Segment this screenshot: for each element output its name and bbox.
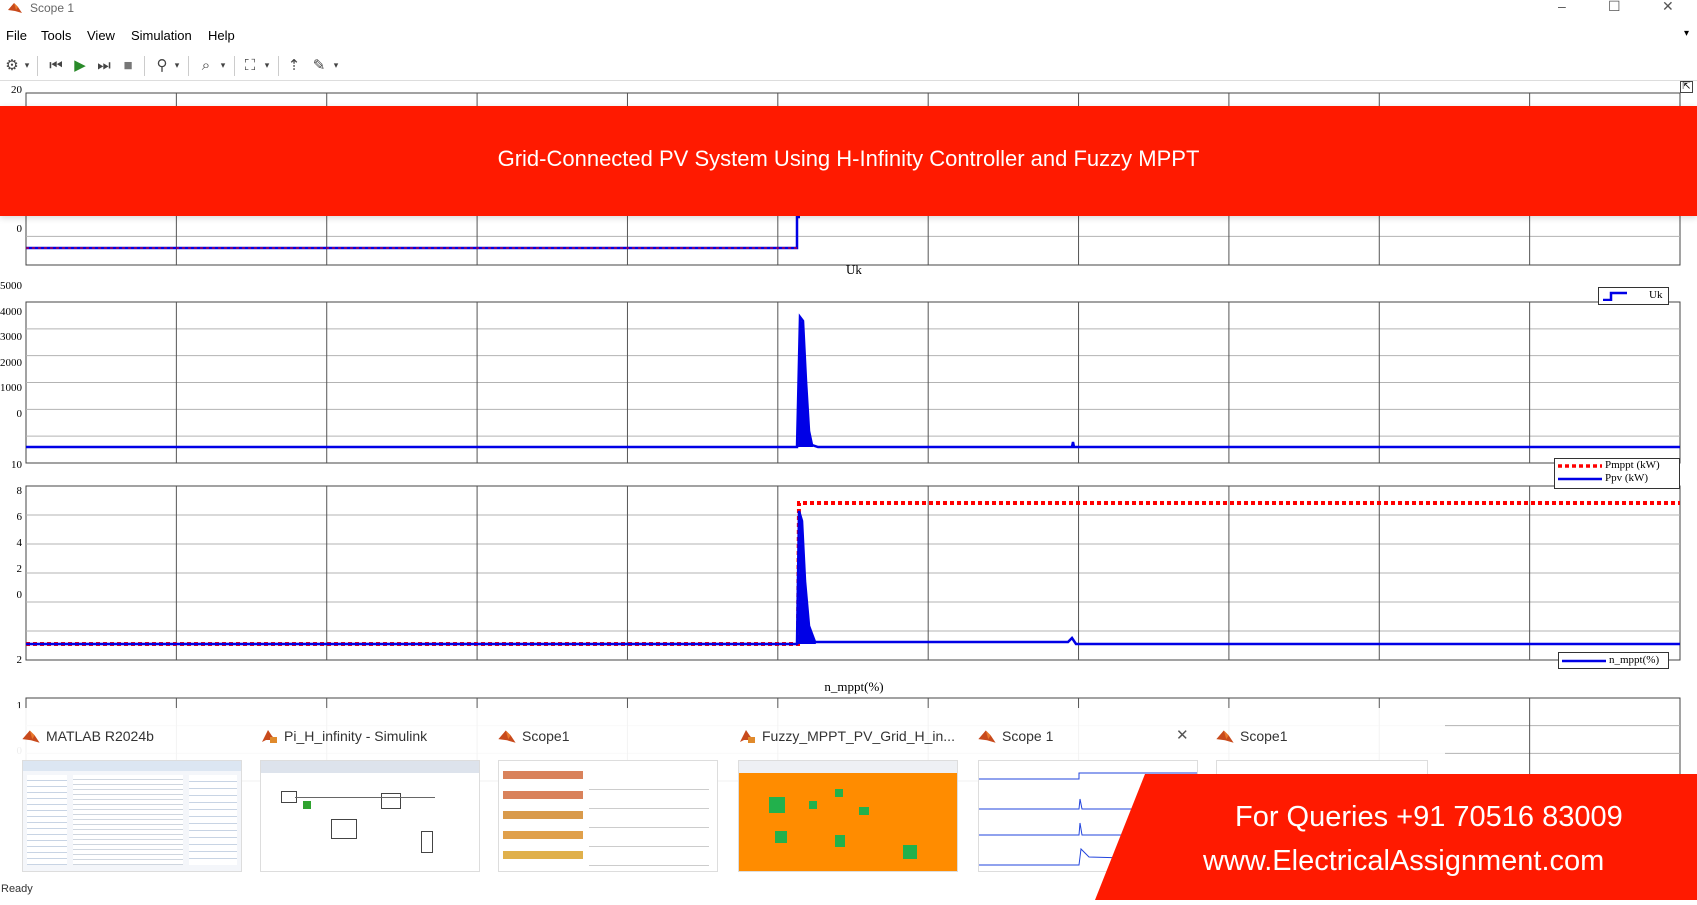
taskbar-thumbnail-fuzzy-model[interactable]: Fuzzy_MPPT_PV_Grid_H_in... — [738, 708, 963, 878]
thumbnail-label: Pi_H_infinity - Simulink — [284, 728, 428, 744]
legend-label: Pmppt (kW) — [1605, 459, 1660, 471]
menu-tools[interactable]: Tools — [41, 28, 71, 43]
banner-text: Grid-Connected PV System Using H-Infinit… — [497, 146, 1200, 171]
legend-label: Ppv (kW) — [1605, 472, 1649, 484]
website-text: www.ElectricalAssignment.com — [1203, 845, 1605, 877]
toolbar: ⚙ ▾ ⏮ ▶ ⏭ ■ ⚲ ▾ ⌕ ▾ ⛶ ▾ ⇡ ✎ ▾ — [0, 52, 1697, 81]
thumbnail-label: Scope1 — [522, 728, 570, 744]
chevron-down-icon[interactable]: ▾ — [218, 55, 228, 75]
chevron-down-icon[interactable]: ▾ — [331, 55, 341, 75]
y-tick-label: 10 — [11, 459, 22, 471]
y-tick-label: 0 — [16, 223, 23, 235]
y-tick-label: 4000 — [0, 306, 22, 318]
legend-label: Uk — [1649, 289, 1663, 301]
y-tick-label: 2000 — [0, 357, 22, 369]
thumbnail-label: Scope1 — [1240, 728, 1288, 744]
thumbnail-label: MATLAB R2024b — [46, 728, 154, 744]
title-bar: Scope 1 – ☐ ✕ — [0, 0, 1697, 16]
stop-icon[interactable]: ■ — [118, 55, 138, 75]
panel-title: n_mppt(%) — [824, 679, 884, 694]
chevron-down-icon[interactable]: ▾ — [22, 55, 32, 75]
step-forward-icon[interactable]: ⏭ — [94, 55, 114, 75]
status-bar: Ready — [0, 880, 400, 900]
triggers-icon[interactable]: ⇡ — [284, 55, 304, 75]
chevron-down-icon[interactable]: ▾ — [262, 55, 272, 75]
matlab-icon — [498, 730, 516, 743]
y-tick-label: 2 — [16, 654, 23, 666]
thumbnail-label: Fuzzy_MPPT_PV_Grid_H_in... — [762, 728, 955, 744]
y-tick-label: 5000 — [0, 280, 22, 292]
legend-dotted-line-icon — [1558, 464, 1602, 468]
menu-file[interactable]: File — [6, 28, 27, 43]
legend[interactable]: n_mppt(%) — [1558, 652, 1669, 669]
contact-banner-shape — [1095, 774, 1697, 900]
panel-title: Uk — [846, 262, 862, 277]
minimize-button[interactable]: – — [1558, 0, 1566, 14]
step-back-icon[interactable]: ⏮ — [46, 55, 66, 75]
window-title: Scope 1 — [30, 1, 75, 15]
matlab-icon — [22, 730, 40, 743]
menu-simulation[interactable]: Simulation — [131, 28, 192, 43]
chevron-down-icon[interactable]: ▾ — [172, 55, 182, 75]
menu-help[interactable]: Help — [208, 28, 235, 43]
run-icon[interactable]: ▶ — [70, 55, 90, 75]
maximize-button[interactable]: ☐ — [1608, 0, 1621, 15]
collapse-toolstrip-icon[interactable]: ▾ — [1684, 28, 1689, 39]
simulink-icon — [740, 730, 755, 743]
legend-solid-line-icon — [1558, 477, 1602, 481]
matlab-icon — [8, 3, 22, 13]
legend[interactable]: Uk — [1598, 287, 1669, 305]
y-tick-label: 1000 — [0, 382, 22, 394]
y-tick-label: 8 — [16, 485, 23, 497]
simulink-icon — [262, 730, 277, 743]
legend[interactable]: Pmppt (kW) Ppv (kW) — [1554, 458, 1680, 489]
y-tick-label: 20 — [11, 84, 22, 96]
close-button[interactable]: ✕ — [1662, 0, 1674, 15]
thumbnail-preview — [498, 760, 718, 872]
taskbar-thumbnail-matlab[interactable]: MATLAB R2024b — [22, 708, 247, 878]
matlab-icon — [1216, 730, 1234, 743]
zoom-icon[interactable]: ⌕ — [196, 55, 216, 75]
y-tick-label: 6 — [16, 511, 23, 523]
menu-view[interactable]: View — [87, 28, 115, 43]
thumbnail-preview — [260, 760, 480, 872]
y-tick-label: 3000 — [0, 331, 22, 343]
matlab-icon — [978, 730, 996, 743]
thumbnail-label: Scope 1 — [1002, 728, 1054, 744]
thumbnail-preview — [738, 760, 958, 872]
menu-bar: File Tools View Simulation Help ▾ — [0, 25, 1697, 47]
legend-solid-line-icon — [1562, 659, 1606, 663]
legend-step-line-icon — [1603, 291, 1627, 301]
thumbnail-preview — [22, 760, 242, 872]
status-text: Ready — [1, 883, 33, 895]
title-banner: Grid-Connected PV System Using H-Infinit… — [0, 106, 1697, 216]
contact-banner: For Queries +91 70516 83009 www.Electric… — [1095, 774, 1697, 900]
axes-scale-icon[interactable]: ⛶ — [240, 55, 260, 75]
legend-label: n_mppt(%) — [1609, 654, 1660, 666]
taskbar-thumbnail-simulink[interactable]: Pi_H_infinity - Simulink — [260, 708, 485, 878]
y-tick-label: 0 — [16, 408, 23, 420]
gear-icon[interactable]: ⚙ — [2, 55, 22, 75]
highlight-icon[interactable]: ⚲ — [152, 55, 172, 75]
close-icon[interactable]: ✕ — [1176, 726, 1189, 744]
y-tick-label: 0 — [16, 589, 23, 601]
y-tick-label: 2 — [16, 563, 23, 575]
y-tick-label: 4 — [16, 537, 23, 549]
undock-icon[interactable]: ⇱ — [1680, 81, 1693, 93]
taskbar-thumbnail-scope1[interactable]: Scope1 — [498, 708, 723, 878]
style-icon[interactable]: ✎ — [309, 55, 329, 75]
phone-text: For Queries +91 70516 83009 — [1235, 801, 1623, 833]
